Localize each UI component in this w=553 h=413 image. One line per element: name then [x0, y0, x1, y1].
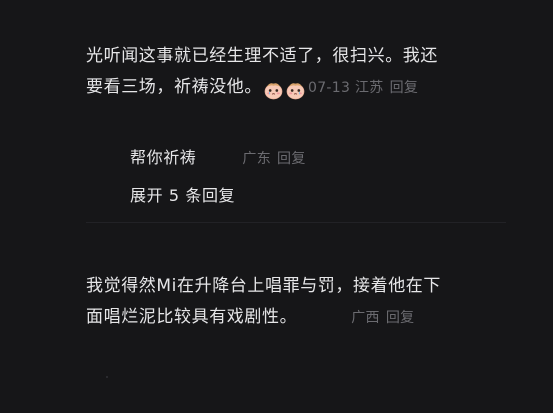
reply-button[interactable]: 回复 — [386, 310, 415, 326]
comment-text-line: 面唱烂泥比较具有戏剧性。 — [86, 307, 298, 327]
comment-item[interactable]: 光听闻这事就已经生理不适了，很扫兴。我还 要看三场，祈祷没他。 07-13 江苏… — [86, 41, 486, 106]
comment-divider — [86, 222, 506, 223]
comment-text-line: 我觉得然Mi在升降台上唱罪与罚，接着他在下 — [86, 276, 441, 296]
comment-thread: 光听闻这事就已经生理不适了，很扫兴。我还 要看三场，祈祷没他。 07-13 江苏… — [0, 0, 553, 413]
comment-date: 07-13 — [308, 80, 351, 96]
comment-text-line-with-meta: 要看三场，祈祷没他。 07-13 江苏 回复 — [86, 72, 486, 106]
sub-reply-location: 广东 — [242, 151, 272, 167]
comment-location: 江苏 — [354, 80, 384, 96]
reply-button[interactable]: 回复 — [390, 80, 419, 96]
reply-button[interactable]: 回复 — [277, 151, 306, 167]
emoji-group — [264, 75, 308, 106]
comment-text-line: 光听闻这事就已经生理不适了，很扫兴。我还 — [86, 46, 438, 66]
comment-item[interactable]: 我觉得然Mi在升降台上唱罪与罚，接着他在下 面唱烂泥比较具有戏剧性。 广西 回复 — [86, 271, 486, 334]
comment-text-line-with-meta: 面唱烂泥比较具有戏剧性。 广西 回复 — [86, 302, 486, 334]
tearful-face-icon — [264, 82, 283, 99]
expand-replies-button[interactable]: 展开 5 条回复 — [130, 182, 235, 210]
scroll-marker — [106, 376, 108, 378]
comment-location: 广西 — [351, 310, 380, 326]
tearful-face-icon — [286, 82, 305, 99]
sub-reply-text: 帮你祈祷 — [130, 148, 197, 167]
comment-text-line: 要看三场，祈祷没他。 — [86, 77, 262, 97]
sub-reply-item[interactable]: 帮你祈祷 广东 回复 — [130, 144, 306, 173]
comment-meta: 广西 回复 — [351, 310, 414, 326]
comment-meta: 07-13 江苏 回复 — [308, 80, 418, 96]
sub-reply-meta: 广东 回复 — [242, 151, 305, 167]
